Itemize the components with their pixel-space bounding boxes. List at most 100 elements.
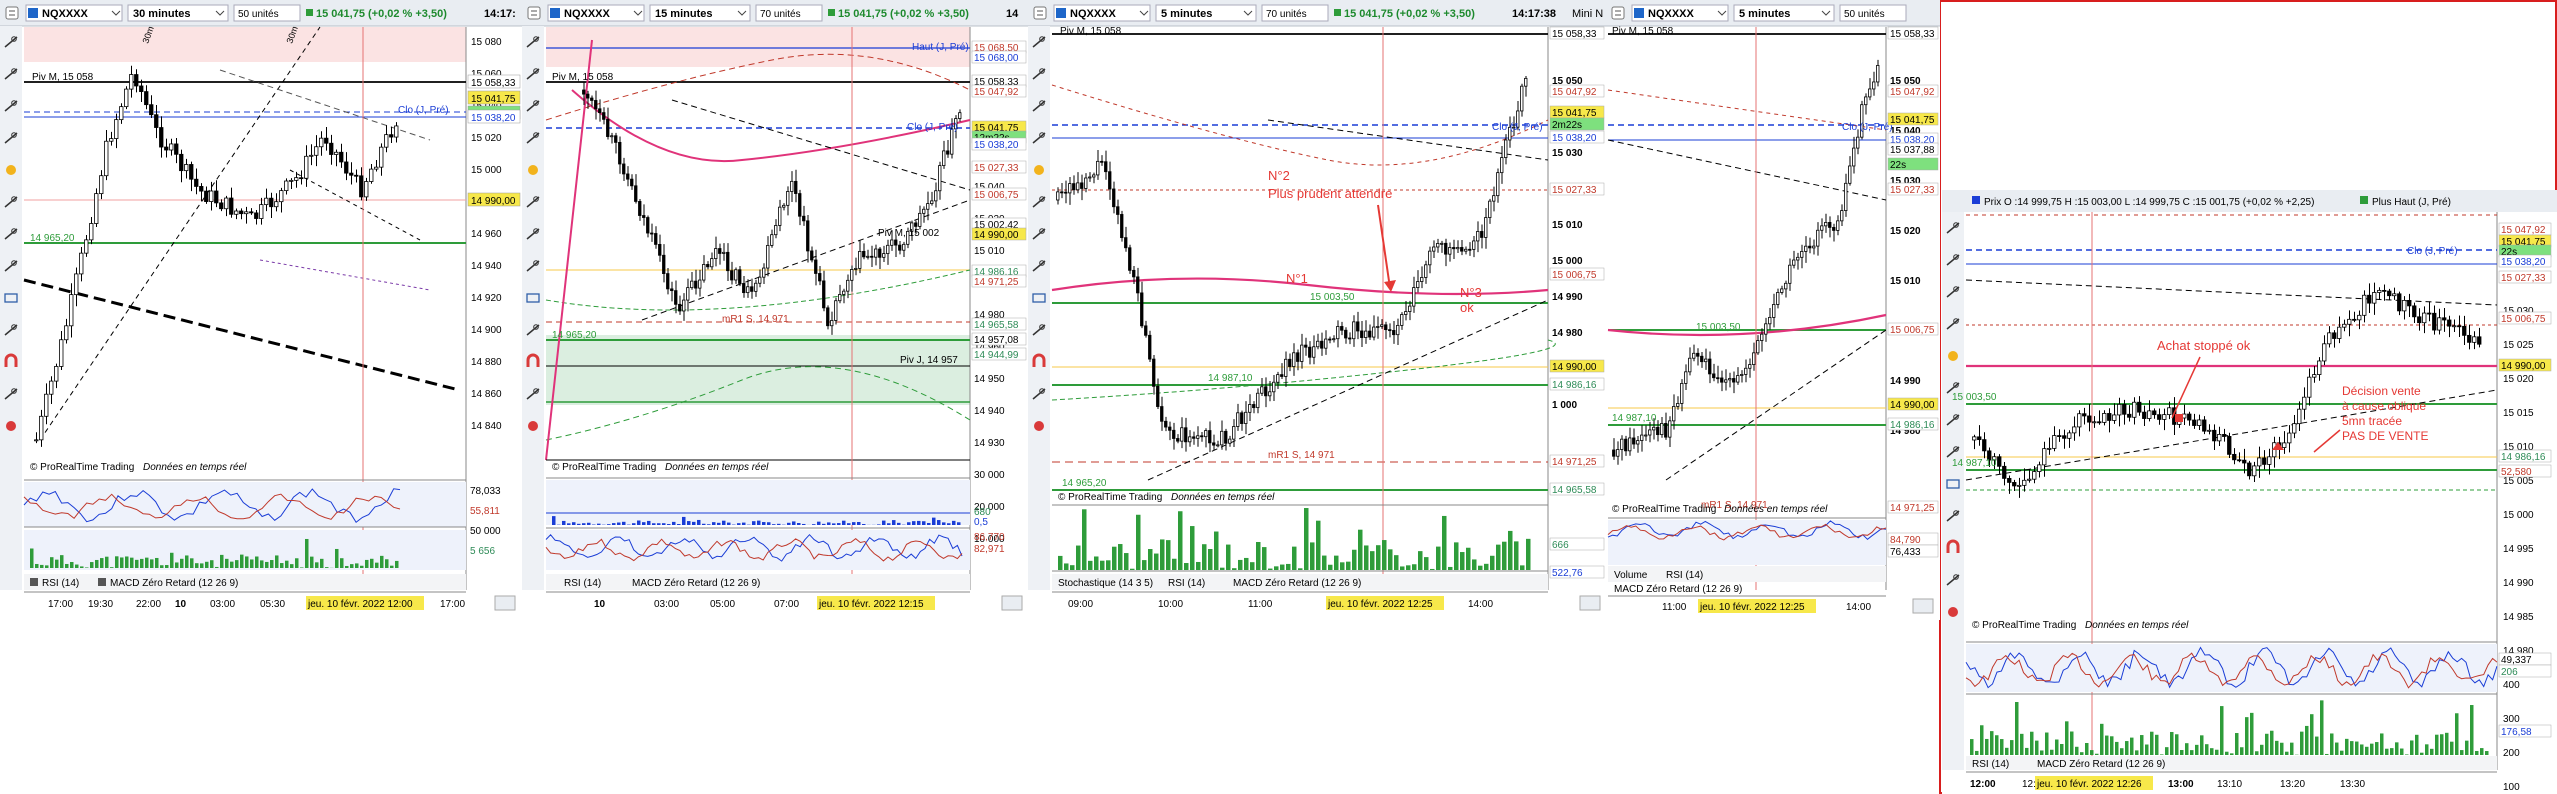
- chart-window-1min[interactable]: Prix O :14 999,75 H :15 003,00 L :14 999…: [1942, 190, 2557, 794]
- volume-bar: [2210, 748, 2214, 755]
- volume-bar: [2040, 750, 2044, 755]
- candle-body: [1084, 177, 1088, 189]
- chart-window-5min-a[interactable]: NQXXXX 5 minutes 70 unités 15 041,75 (+0,02…: [1028, 0, 1606, 620]
- volume-bar: [607, 524, 611, 525]
- candle-body: [2437, 317, 2442, 331]
- menu-icon[interactable]: [1611, 6, 1625, 20]
- instrument-icon: [1056, 8, 1066, 18]
- candle-body: [2452, 325, 2457, 328]
- trash-icon[interactable]: [528, 421, 538, 431]
- volume-bar: [1118, 544, 1123, 570]
- menu-icon[interactable]: [5, 6, 19, 20]
- scroll-right-button[interactable]: [1912, 598, 1934, 614]
- volume-bar: [2330, 733, 2334, 755]
- candle-body: [369, 168, 374, 182]
- volume-bar: [637, 520, 641, 525]
- candle-body: [1436, 243, 1440, 248]
- candle-body: [2387, 290, 2392, 297]
- menu-icon[interactable]: [1033, 6, 1047, 20]
- candle-body: [1416, 281, 1420, 288]
- candle-body: [1100, 160, 1104, 163]
- symbol-selector[interactable]: NQXXXX: [1631, 4, 1729, 22]
- candle-body: [1448, 247, 1452, 255]
- scroll-right-button[interactable]: [494, 595, 516, 611]
- candle-body: [822, 280, 826, 309]
- price-tag-text: 2m22s: [1552, 120, 1582, 131]
- volume-bar: [2130, 737, 2134, 755]
- candle-body: [169, 143, 174, 151]
- candle-body: [299, 177, 304, 180]
- candle-body: [1384, 324, 1388, 331]
- candle-body: [782, 204, 786, 208]
- volume-bar: [165, 565, 169, 568]
- candle-body: [818, 273, 822, 282]
- candle-body: [394, 125, 399, 138]
- bell-icon[interactable]: [528, 165, 538, 175]
- candle-body: [344, 161, 349, 174]
- chart-window-30min[interactable]: NQXXXX 30 minutes 50 unités 15 041,75 (+0,0…: [0, 0, 522, 620]
- interval-selector[interactable]: 5 minutes: [1155, 4, 1257, 22]
- candle-body: [706, 264, 710, 268]
- volume-bar: [2075, 746, 2079, 755]
- volume-bar: [100, 558, 104, 568]
- volume-bar: [857, 521, 861, 525]
- price-tag: 15 006,75: [971, 187, 1027, 201]
- candle-body: [1460, 247, 1464, 252]
- scroll-right-button[interactable]: [1579, 595, 1601, 611]
- menu-icon[interactable]: [527, 6, 541, 20]
- candle-body: [234, 210, 239, 215]
- bell-icon[interactable]: [6, 165, 16, 175]
- candle-body: [2087, 415, 2092, 423]
- arrow-line: [1377, 204, 1391, 289]
- candle-body: [1344, 329, 1348, 339]
- candle-body: [294, 177, 299, 181]
- chart-window-15min[interactable]: NQXXXX 15 minutes 70 unités 15 041,75 (+0,0…: [522, 0, 1028, 620]
- price-tag-text: 49,337: [2501, 655, 2532, 666]
- time-tick: 05:30: [260, 599, 285, 610]
- chart-window-5min-b[interactable]: NQXXXX 5 minutes 50 unités 15 050 15 040 15 0…: [1606, 0, 1940, 620]
- units-selector[interactable]: 70 unités: [1261, 4, 1329, 22]
- candle-body: [938, 165, 942, 192]
- interval-selector[interactable]: 5 minutes: [1733, 4, 1835, 22]
- price-tag: 522,76: [1549, 565, 1605, 579]
- candle-body: [670, 288, 674, 292]
- price-tag-text: 15 041,75: [1552, 108, 1597, 119]
- price-tick: 14 995: [2503, 544, 2534, 555]
- volume-bar: [1124, 553, 1129, 570]
- symbol-selector[interactable]: NQXXXX: [1053, 4, 1151, 22]
- bell-icon[interactable]: [1948, 351, 1958, 361]
- units-selector[interactable]: 50 unités: [233, 4, 301, 22]
- candle-body: [902, 243, 906, 251]
- scroll-right-button[interactable]: [1001, 595, 1023, 611]
- candle-body: [379, 146, 384, 168]
- bell-icon[interactable]: [1034, 165, 1044, 175]
- quote-text: 15 041,75 (+0,02 % +3,50): [838, 8, 969, 20]
- symbol-selector[interactable]: NQXXXX: [25, 4, 123, 22]
- units-selector[interactable]: 70 unités: [755, 4, 823, 22]
- price-tick: 14 840: [471, 421, 502, 432]
- candle-body: [114, 119, 119, 139]
- price-tag-text: 15 037,88: [1890, 145, 1935, 156]
- watermark-italic: Données en temps réel: [2085, 620, 2189, 631]
- units-selector[interactable]: 50 unités: [1839, 4, 1907, 22]
- price-tag: 176,58: [2498, 724, 2552, 738]
- volume-bar: [712, 522, 716, 525]
- candle-body: [1868, 88, 1872, 98]
- trash-icon[interactable]: [6, 421, 16, 431]
- symbol-selector[interactable]: NQXXXX: [547, 4, 645, 22]
- volume-bar: [1466, 547, 1471, 570]
- volume-bar: [2245, 717, 2249, 755]
- candle-body: [1836, 220, 1840, 231]
- volume-bar: [2290, 742, 2294, 755]
- price-candles: [582, 82, 962, 335]
- price-tag-text: 15 006,75: [974, 190, 1019, 201]
- trash-icon[interactable]: [1948, 607, 1958, 617]
- price-tag: 14 990,00: [467, 192, 521, 207]
- interval-selector[interactable]: 15 minutes: [649, 4, 751, 22]
- instrument-icon: [550, 8, 560, 18]
- moving-average: [1607, 313, 1887, 337]
- trash-icon[interactable]: [1034, 421, 1044, 431]
- interval-selector[interactable]: 30 minutes: [127, 4, 229, 22]
- price-tag-text: 15 047,92: [974, 87, 1019, 98]
- volume-bar: [1418, 551, 1423, 570]
